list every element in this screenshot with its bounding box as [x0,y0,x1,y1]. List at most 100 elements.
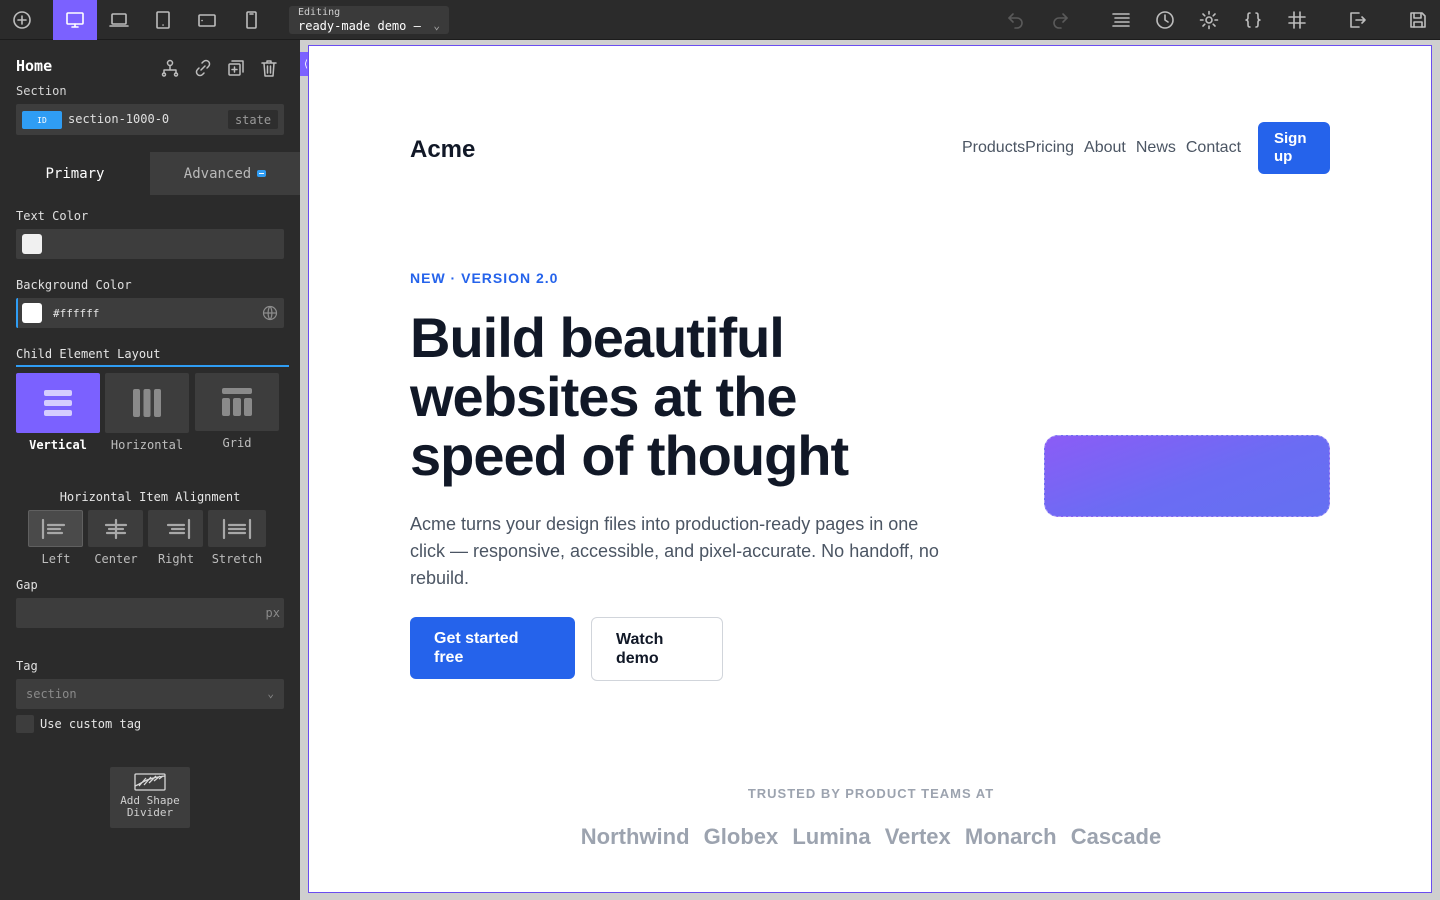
watch-demo-button[interactable]: Watch demo [591,617,723,681]
tablet-icon [156,11,170,29]
state-button[interactable]: state [228,110,278,129]
page-selector[interactable]: Editing ready-made demo — ⌄ [289,6,449,34]
duplicate-button[interactable] [219,56,252,80]
add-shape-divider-button[interactable]: Add Shape Divider [110,767,190,828]
redo-button[interactable] [1038,0,1082,40]
bg-color-swatch[interactable] [22,303,42,323]
redo-icon [1053,13,1068,29]
gap-input[interactable]: px [16,598,284,628]
id-badge[interactable]: ID [22,111,62,129]
align-left-label: Left [41,552,71,566]
nav-link-about[interactable]: About [1084,139,1126,157]
global-color-icon[interactable] [262,305,278,321]
layout-grid-option[interactable]: Grid [195,373,279,450]
settings-button[interactable] [1187,0,1231,40]
align-stretch-option[interactable]: Stretch [208,510,266,566]
gap-unit[interactable]: px [266,606,280,620]
signup-button[interactable]: Sign up [1258,122,1330,174]
get-started-button[interactable]: Get started free [410,617,575,679]
hero-visual-block[interactable] [1044,435,1330,517]
layout-horizontal-option[interactable]: Horizontal [105,373,189,452]
align-right-option[interactable]: Right [148,510,204,566]
align-stretch-label: Stretch [211,552,263,566]
align-center-label: Center [94,552,138,566]
shape-divider-label-2: Divider [126,806,174,819]
hero-subcopy: Acme turns your design files into produc… [410,514,939,588]
vertical-layout-icon [44,390,72,416]
bg-color-field[interactable]: #ffffff [16,298,284,328]
layout-horizontal-label: Horizontal [110,438,184,452]
exit-button[interactable] [1335,0,1379,40]
history-button[interactable] [1143,0,1187,40]
chevron-down-icon: ⌄ [433,19,440,32]
tag-label: Tag [16,659,38,673]
laptop-icon [109,13,129,27]
site-nav: Products Pricing About News Contact [962,139,1251,157]
nav-link-pricing[interactable]: Pricing [1025,139,1074,157]
save-button[interactable] [1396,0,1440,40]
nav-link-products[interactable]: Products [962,139,1025,157]
editing-page-name: ready-made demo — [298,19,421,33]
add-element-button[interactable] [0,0,44,40]
customer-logo: Globex [703,824,779,849]
structure-button[interactable] [1099,0,1143,40]
custom-tag-label[interactable]: Use custom tag [40,717,141,731]
tag-select-value: section [26,687,77,701]
align-right-label: Right [157,552,195,566]
device-mobile-button[interactable] [229,0,273,40]
link-button[interactable] [186,56,219,80]
tag-select[interactable]: section ⌄ [16,679,284,709]
device-laptop-button[interactable] [97,0,141,40]
customer-logos: Northwind Globex Lumina Vertex Monarch C… [309,824,1431,850]
align-right-icon [166,518,190,539]
align-left-option[interactable]: Left [28,510,84,566]
code-button[interactable] [1231,0,1275,40]
nav-link-contact[interactable]: Contact [1186,139,1241,157]
mobile-icon [246,11,257,29]
desktop-icon [66,12,84,28]
gap-label: Gap [16,578,38,592]
align-stretch-icon [222,518,252,539]
delete-button[interactable] [252,56,285,80]
device-tablet-landscape-button[interactable] [185,0,229,40]
grid-button[interactable] [1275,0,1319,40]
layout-section-header: Child Element Layout [16,347,289,367]
structure-tree-button[interactable] [153,56,186,80]
device-tablet-button[interactable] [141,0,185,40]
custom-tag-checkbox[interactable] [16,715,34,733]
element-id-value[interactable]: section-1000-0 [68,112,169,126]
top-toolbar: Editing ready-made demo — ⌄ [0,0,1440,40]
editor-canvas: ⟨ Acme Products Pricing About News Conta… [300,40,1440,900]
tablet-landscape-icon [198,14,216,27]
settings-icon [1199,10,1219,30]
hero-headline: Build beautiful websites at the speed of… [410,306,849,487]
shape-divider-icon [134,773,166,791]
primary-panel: Text Color Background Color #ffffff Chil… [0,195,300,900]
tab-primary[interactable]: Primary [0,152,150,195]
align-left-icon [41,518,65,539]
tab-advanced[interactable]: Advanced [150,152,300,195]
bg-color-label: Background Color [16,278,132,292]
grid-icon [1288,11,1306,29]
align-center-option[interactable]: Center [88,510,144,566]
custom-tag-row: Use custom tag [16,715,141,733]
nav-link-news[interactable]: News [1136,139,1176,157]
bg-color-value: #ffffff [53,307,100,320]
link-icon [195,59,210,77]
undo-button[interactable] [994,0,1038,40]
hero-eyebrow: NEW · VERSION 2.0 [410,270,559,286]
site-logo[interactable]: Acme [410,136,475,164]
device-desktop-button[interactable] [53,0,97,40]
history-icon [1156,11,1174,29]
structure-icon [1112,13,1130,27]
page-preview[interactable]: Acme Products Pricing About News Contact… [308,45,1432,893]
align-center-icon [104,518,127,539]
layout-vertical-option[interactable]: Vertical [16,373,100,452]
properties-sidebar: Home Section ID section-1000-0 state Pri… [0,40,300,900]
text-color-field[interactable] [16,229,284,259]
text-color-swatch[interactable] [22,234,42,254]
property-tabs: Primary Advanced [0,152,300,195]
code-icon [1245,12,1261,28]
customer-logo: Monarch [964,824,1057,849]
customer-logo: Cascade [1070,824,1162,849]
